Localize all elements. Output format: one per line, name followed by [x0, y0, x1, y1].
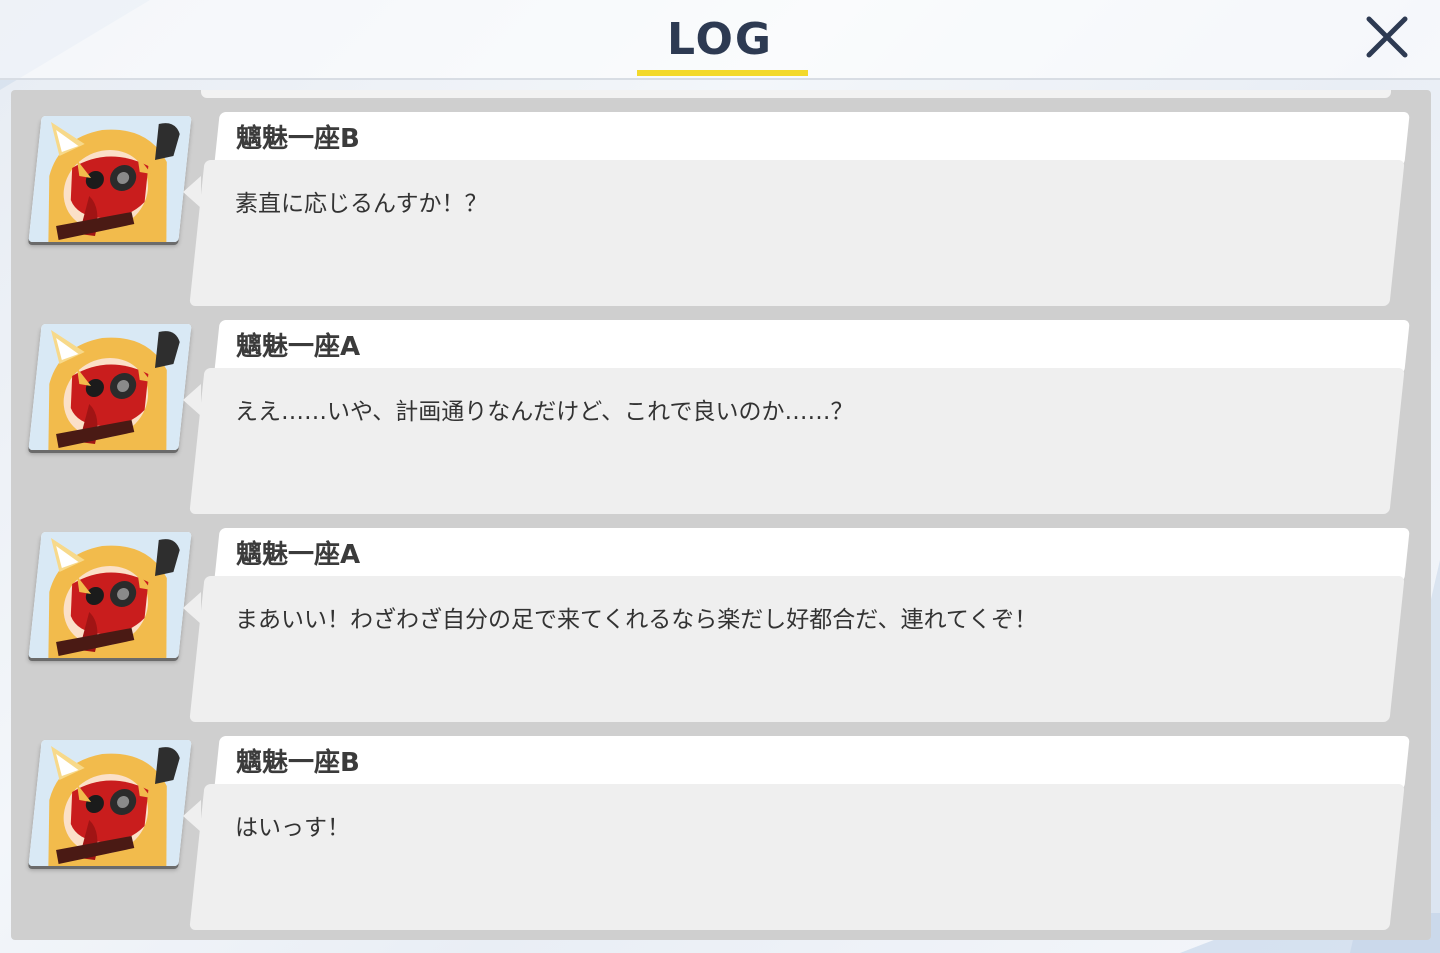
- speaker-name: 魑魅一座B: [236, 748, 360, 778]
- speech-bubble: [189, 784, 1405, 930]
- speech-bubble-tail: [183, 384, 201, 416]
- speaker-avatar[interactable]: [28, 324, 192, 450]
- page-title: LOG: [667, 14, 773, 65]
- masked-fox-girl-avatar: [28, 532, 192, 658]
- log-scroll-panel[interactable]: 魑魅一座B 素直に応じるんすか！？ 魑魅一座A ええ……いや、計画通りなんだけど…: [11, 90, 1431, 940]
- message-text: はいっす！: [235, 815, 350, 841]
- log-entry: 魑魅一座B はいっす！: [11, 714, 1431, 930]
- message-text: 素直に応じるんすか！？: [235, 191, 488, 217]
- message-text: ええ……いや、計画通りなんだけど、これで良いのか……？: [235, 399, 854, 425]
- speaker-name-bar: [214, 528, 1410, 582]
- speaker-avatar[interactable]: [28, 740, 192, 866]
- speaker-avatar[interactable]: [28, 532, 192, 658]
- title-underline: [637, 70, 808, 76]
- speaker-name: 魑魅一座A: [236, 332, 361, 362]
- log-entry: 魑魅一座A まあいい！わざわざ自分の足で来てくれるなら楽だし好都合だ、連れてくぞ…: [11, 506, 1431, 722]
- log-entry: 魑魅一座B 素直に応じるんすか！？: [11, 90, 1431, 306]
- speaker-avatar[interactable]: [28, 116, 192, 242]
- masked-fox-girl-avatar: [28, 740, 192, 866]
- speech-bubble: [189, 368, 1405, 514]
- close-button[interactable]: [1360, 10, 1414, 64]
- speech-bubble: [189, 160, 1405, 306]
- message-text: まあいい！わざわざ自分の足で来てくれるなら楽だし好都合だ、連れてくぞ！: [235, 607, 1038, 633]
- close-icon: [1366, 16, 1408, 58]
- speaker-name: 魑魅一座A: [236, 540, 361, 570]
- speech-bubble-tail: [183, 592, 201, 624]
- speech-bubble-tail: [183, 176, 201, 208]
- log-header: LOG: [0, 0, 1440, 80]
- speaker-name-bar: [214, 112, 1410, 166]
- speaker-name-bar: [214, 320, 1410, 374]
- speech-bubble-tail: [183, 800, 201, 832]
- speech-bubble: [189, 576, 1405, 722]
- speaker-name: 魑魅一座B: [236, 124, 360, 154]
- log-entry: 魑魅一座A ええ……いや、計画通りなんだけど、これで良いのか……？: [11, 298, 1431, 514]
- masked-fox-girl-avatar: [28, 324, 192, 450]
- masked-fox-girl-avatar: [28, 116, 192, 242]
- speaker-name-bar: [214, 736, 1410, 790]
